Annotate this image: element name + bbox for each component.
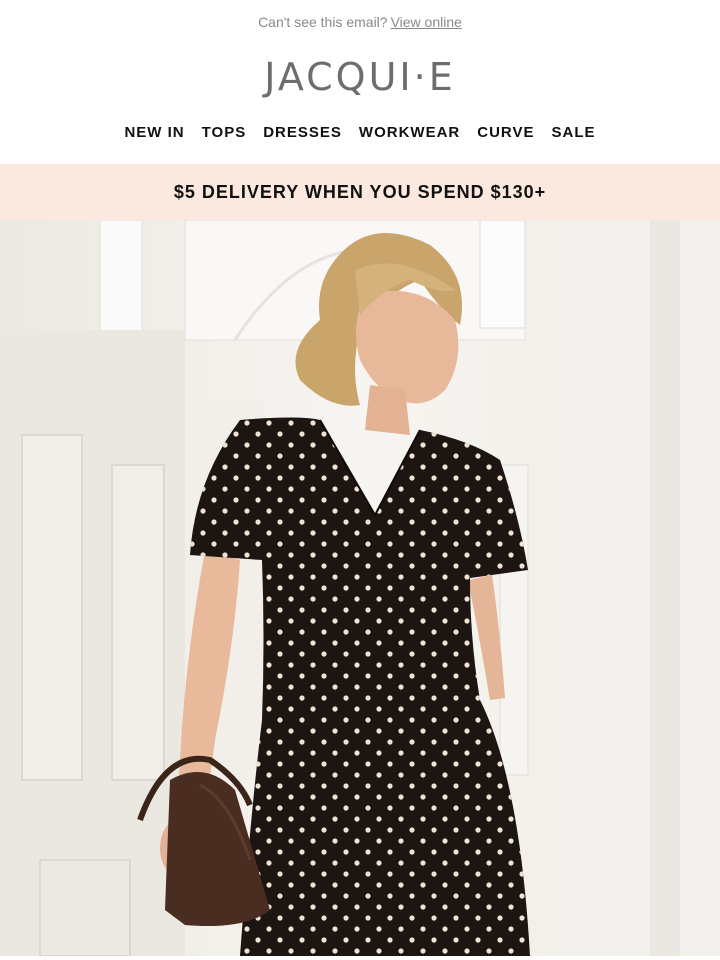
nav-item-tops[interactable]: TOPS	[202, 124, 247, 141]
view-online-link[interactable]: View online	[391, 14, 462, 30]
preheader: Can't see this email? View online	[0, 0, 720, 44]
main-nav: NEW IN TOPS DRESSES WORKWEAR CURVE SALE	[0, 110, 720, 164]
window-pane-right	[479, 220, 526, 329]
nav-item-dresses[interactable]: DRESSES	[263, 124, 342, 141]
nav-item-workwear[interactable]: WORKWEAR	[359, 124, 460, 141]
nav-item-new-in[interactable]: NEW IN	[124, 124, 184, 141]
window-pane-left	[99, 220, 143, 346]
promo-text: $5 DELIVERY WHEN YOU SPEND $130+	[173, 181, 547, 202]
promo-banner[interactable]: $5 DELIVERY WHEN YOU SPEND $130+	[0, 164, 720, 220]
door-panel-3	[39, 859, 131, 956]
nav-item-curve[interactable]: CURVE	[477, 124, 534, 141]
preheader-text: Can't see this email?	[258, 14, 388, 30]
nav-item-sale[interactable]: SALE	[552, 124, 596, 141]
hero-illustration	[0, 220, 720, 956]
hero-image[interactable]	[0, 220, 720, 956]
brand-logo-text: JACQUI·E	[264, 55, 456, 99]
column-right	[560, 220, 720, 956]
column-edge	[650, 220, 680, 956]
door-panel-2	[111, 464, 165, 781]
neck	[365, 385, 410, 435]
door-panel-1	[21, 434, 83, 781]
brand-logo[interactable]: JACQUI·E	[0, 44, 720, 110]
